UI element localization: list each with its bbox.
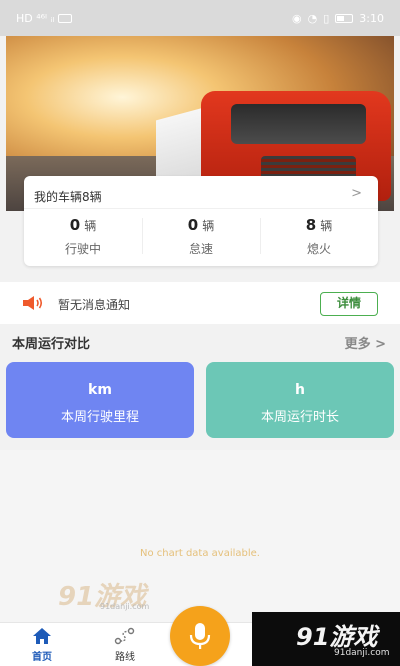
stat-unit: 辆 xyxy=(320,219,333,233)
tile-label: 本周运行时长 xyxy=(260,410,339,425)
detail-button[interactable]: 详情 xyxy=(320,292,378,316)
stat-idle[interactable]: 0辆 怠速 xyxy=(142,212,260,262)
notification-bar: 暂无消息通知 详情 xyxy=(0,282,400,324)
watermark-domain: 91danji.com xyxy=(100,602,150,611)
home-icon xyxy=(22,627,62,645)
stat-driving[interactable]: 0辆 行驶中 xyxy=(24,212,142,262)
stat-value: 0 xyxy=(187,216,199,234)
clock-time: 3:10 xyxy=(359,11,384,25)
tab-label: 路线 xyxy=(115,652,135,663)
weekly-mileage-tile[interactable]: km 本周行驶里程 xyxy=(6,362,194,438)
chart-empty-message: No chart data available. xyxy=(140,548,260,559)
divider xyxy=(24,208,378,209)
stat-label: 行驶中 xyxy=(64,242,101,256)
my-vehicles-title: 我的车辆8辆 xyxy=(34,190,102,204)
notice-text: 暂无消息通知 xyxy=(58,298,131,312)
voice-button[interactable] xyxy=(170,606,230,666)
windshield-graphic xyxy=(231,104,366,144)
speaker-icon xyxy=(23,296,43,310)
status-bar: HD ⁴⁶ᴵ ᵢₗ ◉ ◔ ▯ 3:10 xyxy=(0,0,400,36)
stat-label: 熄火 xyxy=(306,242,331,256)
signal-icon xyxy=(58,13,73,23)
watermark-domain: 91danji.com xyxy=(334,648,390,658)
tile-value: h xyxy=(295,382,305,398)
network-indicator: HD ⁴⁶ᴵ ᵢₗ xyxy=(16,11,55,25)
eye-icon: ◉ xyxy=(292,11,302,25)
my-vehicles-card[interactable]: 我的车辆8辆 > 0辆 行驶中 0辆 怠速 8辆 熄火 xyxy=(24,176,378,266)
weekly-comparison-title: 本周运行对比 xyxy=(12,337,91,352)
stat-value: 0 xyxy=(69,216,81,234)
stat-unit: 辆 xyxy=(202,219,215,233)
tab-home[interactable]: 首页 xyxy=(22,627,62,663)
vibrate-icon: ▯ xyxy=(323,11,330,25)
alarm-icon: ◔ xyxy=(307,11,318,25)
battery-icon xyxy=(335,13,354,23)
tile-value: km xyxy=(88,382,112,398)
stat-unit: 辆 xyxy=(84,219,97,233)
route-icon xyxy=(105,627,145,645)
chevron-right-icon[interactable]: > xyxy=(351,186,362,201)
watermark-logo-left: 91游戏 91danji.com xyxy=(58,576,168,618)
stat-label: 怠速 xyxy=(188,242,213,256)
tab-route[interactable]: 路线 xyxy=(105,627,145,663)
watermark-logo-right: 91游戏 91danji.com xyxy=(252,612,400,666)
more-link[interactable]: 更多 > xyxy=(345,333,386,352)
weekly-runtime-tile[interactable]: h 本周运行时长 xyxy=(206,362,394,438)
stat-off[interactable]: 8辆 熄火 xyxy=(260,212,378,262)
tab-label: 首页 xyxy=(32,652,52,663)
tile-label: 本周行驶里程 xyxy=(60,410,139,425)
vehicle-stats: 0辆 行驶中 0辆 怠速 8辆 熄火 xyxy=(24,212,378,262)
stat-value: 8 xyxy=(305,216,317,234)
microphone-icon xyxy=(189,623,211,649)
watermark-logo-text: 91游戏 xyxy=(296,623,378,651)
